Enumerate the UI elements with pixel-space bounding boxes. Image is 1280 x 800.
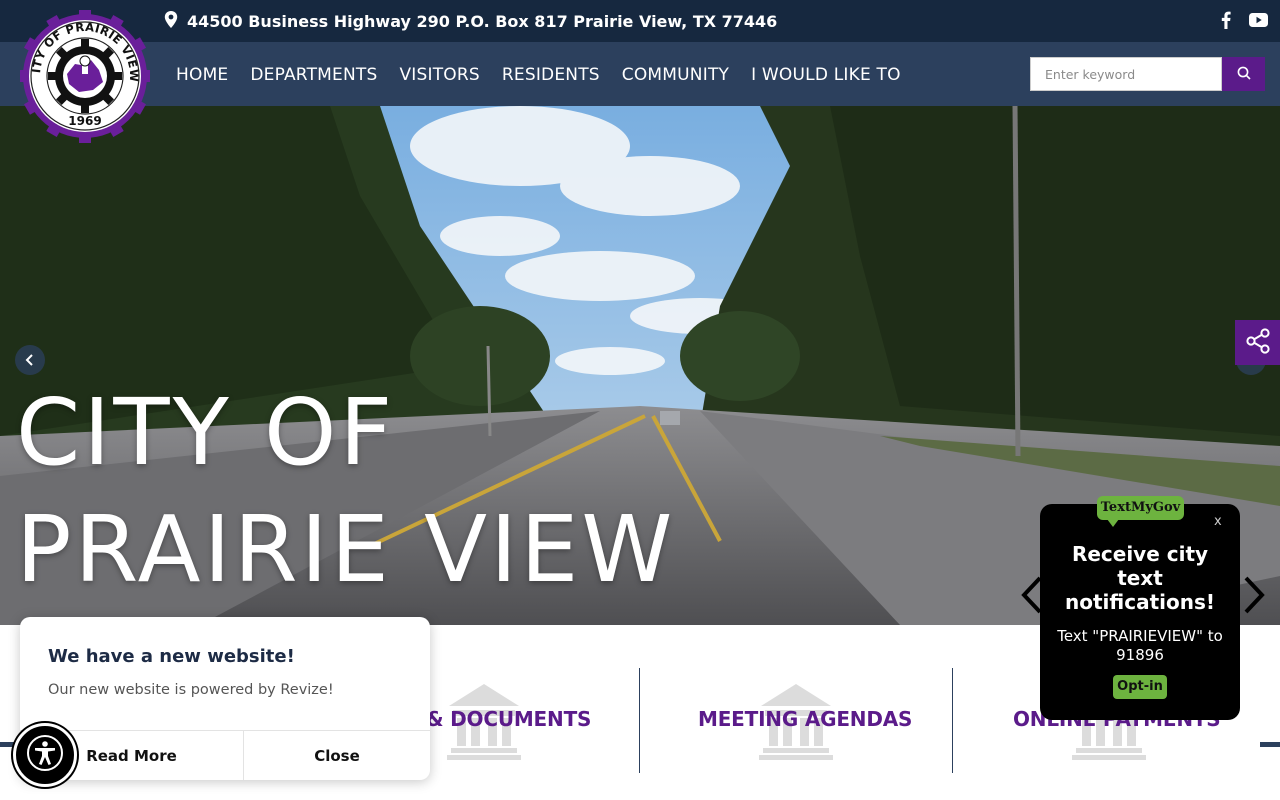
notice-text: Our new website is powered by Revize!: [48, 682, 334, 698]
main-nav: HOME DEPARTMENTS VISITORS RESIDENTS COMM…: [176, 63, 901, 87]
gear-icon: [48, 39, 122, 113]
divider: [952, 668, 953, 773]
tmg-optin-button[interactable]: Opt-in: [1113, 675, 1167, 699]
notice-actions: Read More Close: [20, 730, 430, 780]
divider: [639, 668, 640, 773]
facebook-icon[interactable]: [1216, 10, 1236, 30]
hero-title-line1: CITY OF: [16, 379, 396, 486]
nav-departments[interactable]: DEPARTMENTS: [250, 63, 377, 87]
tmg-prev-arrow[interactable]: [1018, 574, 1048, 616]
tmg-close-button[interactable]: x: [1214, 514, 1222, 529]
tmg-text: Text "PRAIRIEVIEW" to 91896: [1057, 627, 1223, 664]
divider-bar: [1260, 742, 1280, 747]
search-button[interactable]: [1222, 57, 1265, 91]
notice-title: We have a new website!: [48, 646, 295, 667]
textmygov-badge: TextMyGov: [1097, 496, 1184, 527]
share-icon: [1245, 327, 1271, 358]
nav-i-would-like-to[interactable]: I WOULD LIKE TO: [751, 63, 901, 87]
new-website-notice: We have a new website! Our new website i…: [20, 617, 430, 780]
social-links: [1216, 10, 1268, 30]
search-input[interactable]: [1030, 57, 1222, 91]
nav-community[interactable]: COMMUNITY: [622, 63, 729, 87]
nav-residents[interactable]: RESIDENTS: [502, 63, 600, 87]
search-icon: [1237, 65, 1251, 84]
slider-prev-button[interactable]: [15, 345, 45, 375]
logo-year: 1969: [68, 114, 101, 128]
tmg-next-arrow[interactable]: [1238, 574, 1268, 616]
top-bar: 44500 Business Highway 290 P.O. Box 817 …: [0, 0, 1280, 42]
textmygov-widget: TextMyGov x Receive city text notificati…: [1040, 496, 1240, 720]
chevron-left-icon: [25, 351, 35, 370]
tmg-title: Receive city text notifications!: [1065, 542, 1215, 614]
address-text: 44500 Business Highway 290 P.O. Box 817 …: [187, 11, 778, 31]
divider-bar: [0, 742, 14, 747]
accessibility-icon: [26, 734, 64, 776]
nav-visitors[interactable]: VISITORS: [399, 63, 479, 87]
hero-title-line2: PRAIRIE VIEW: [16, 496, 676, 603]
share-button[interactable]: [1235, 320, 1280, 365]
close-button[interactable]: Close: [244, 731, 430, 780]
address: 44500 Business Highway 290 P.O. Box 817 …: [164, 10, 777, 32]
accessibility-button[interactable]: [13, 723, 77, 787]
map-marker-icon: [164, 10, 178, 32]
quick-link-meeting-agendas[interactable]: MEETING AGENDAS: [698, 707, 912, 731]
city-seal-logo[interactable]: CITY OF PRAIRIE VIEW 1969: [18, 9, 152, 144]
nav-home[interactable]: HOME: [176, 63, 228, 87]
hero-title: CITY OF PRAIRIE VIEW: [16, 374, 675, 608]
youtube-icon[interactable]: [1248, 10, 1268, 30]
